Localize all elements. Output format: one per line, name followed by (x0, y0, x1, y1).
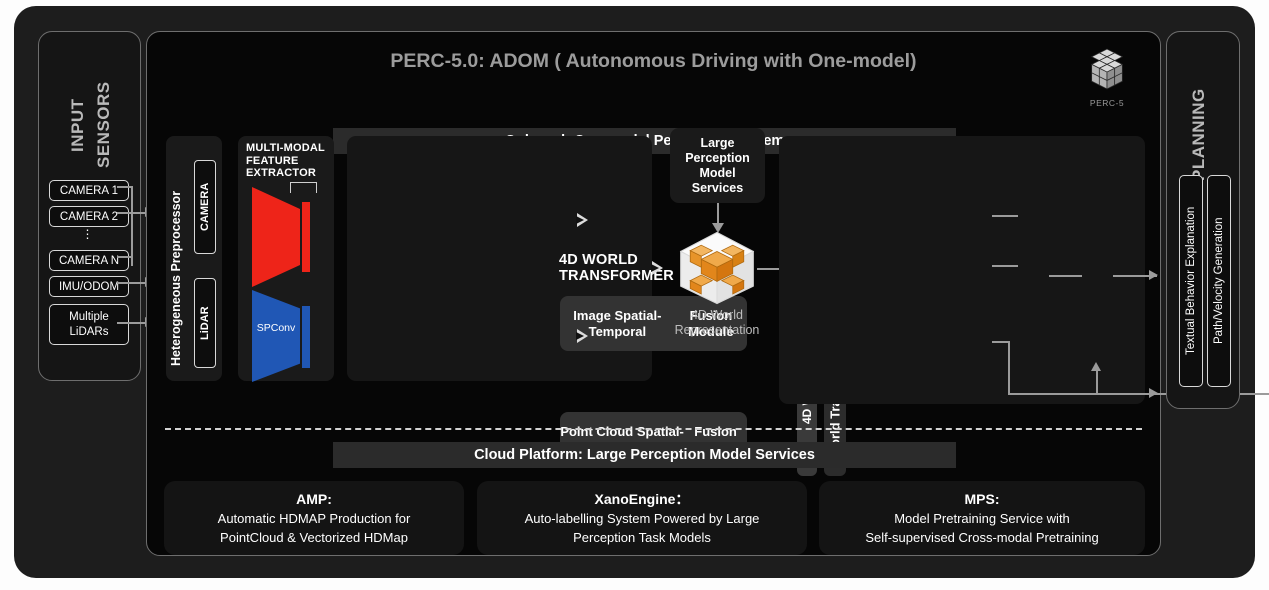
planning-item-textual-behavior-explanation[interactable]: Textual Behavior Explanation (1179, 175, 1203, 387)
lidar-feature-bar (302, 306, 310, 368)
camera-feature-bar (302, 202, 310, 272)
amp-name: AMP: (296, 490, 332, 507)
adom-main-panel: PERC-5.0: ADOM ( Autonomous Driving with… (146, 31, 1269, 556)
xano-line2: Perception Task Models (573, 529, 711, 545)
sensor-camera-1[interactable]: CAMERA 1 (49, 180, 129, 201)
lpms-line3: Model (699, 165, 736, 180)
map-out-planning-arrow (1149, 388, 1158, 398)
page-title: PERC-5.0: ADOM ( Autonomous Driving with… (390, 50, 917, 72)
preprocessor-channel-lidar[interactable]: LiDAR (194, 278, 216, 368)
lidar-backbone-shape (252, 290, 300, 382)
trajectory-out-arrow (1149, 270, 1158, 280)
sensor-camera-2[interactable]: CAMERA 2 (49, 206, 129, 227)
sensor-ellipsis: ⋮ (81, 227, 95, 241)
lpms-line4: Services (691, 180, 744, 195)
perc5-cube-icon (1090, 48, 1124, 90)
pc-to-queries-arrow (576, 329, 588, 343)
sensor-multiple-lidars[interactable]: Multiple LiDARs (49, 304, 129, 345)
camera-skip-connection (290, 182, 317, 193)
camera1-stub (117, 186, 132, 188)
lpms-line2: Perception (685, 150, 750, 165)
heterogeneous-preprocessor: Heterogeneous Preprocessor CAMERA LiDAR (166, 136, 222, 381)
onboard-cloud-divider (165, 428, 1142, 430)
feature-extractor-title: MULTI-MODAL FEATURE EXTRACTOR (246, 142, 330, 180)
input-sensors-title-line1: INPUT (68, 98, 87, 152)
world-representation-cube-icon (679, 231, 755, 305)
multi-modal-feature-extractor: MULTI-MODAL FEATURE EXTRACTOR SPConv (238, 136, 334, 382)
planning-item-path-velocity-generation[interactable]: Path/Velocity Generation (1207, 175, 1231, 387)
input-sensors-panel: INPUT SENSORS CAMERA 1 CAMERA 2 ⋮ CAMERA… (38, 31, 141, 381)
map-out-line (992, 341, 1009, 343)
xano-name: XanoEngine： (594, 490, 690, 507)
amp-line2: PointCloud & Vectorized HDMap (220, 529, 408, 545)
world-transformer-panel: 4D WORLD TRANSFORMER Image Spatial-Tempo… (347, 136, 846, 476)
planning-panel: PLANNING Textual Behavior Explanation Pa… (1166, 31, 1240, 409)
task2-to-tracking (992, 265, 1018, 267)
cloud-service-amp[interactable]: AMP: Automatic HDMAP Production for Poin… (164, 481, 464, 555)
cloud-banner: Cloud Platform: Large Perception Model S… (333, 442, 956, 468)
sensor-camera-n-label: CAMERA N (58, 254, 120, 267)
mps-line1: Model Pretraining Service with (894, 510, 1070, 526)
fe-title-line2: FEATURE (246, 154, 299, 167)
cloud-service-mps[interactable]: MPS: Model Pretraining Service with Self… (819, 481, 1145, 555)
mps-name: MPS: (964, 490, 1000, 507)
wr-line2: Representation (674, 323, 760, 337)
large-perception-model-services-box[interactable]: Large Perception Model Services (670, 128, 765, 203)
sensor-camera-2-label: CAMERA 2 (59, 210, 119, 223)
sensor-camera-1-label: CAMERA 1 (59, 184, 119, 197)
preprocessor-title: Heterogeneous Preprocessor (169, 190, 183, 366)
task1-to-tracking (992, 215, 1018, 217)
fe-title-line1: MULTI-MODAL (246, 142, 325, 154)
sensor-lidar-line2: LiDARs (69, 325, 109, 338)
tracking-to-trajectory (1049, 275, 1082, 277)
camera-bus-out (131, 212, 145, 214)
camera2-stub (117, 212, 132, 214)
input-sensors-title: INPUT SENSORS (65, 70, 117, 180)
diagram-canvas: INPUT SENSORS CAMERA 1 CAMERA 2 ⋮ CAMERA… (0, 0, 1269, 590)
perc5-logo: PERC-5 (1076, 46, 1138, 108)
sensor-camera-n[interactable]: CAMERA N (49, 250, 129, 271)
cloud-service-xanoengine[interactable]: XanoEngine： Auto-labelling System Powere… (477, 481, 807, 555)
perc5-logo-caption: PERC-5 (1089, 98, 1125, 108)
input-sensors-title-line2: SENSORS (94, 81, 113, 169)
wr-line1: 4D World (691, 308, 743, 322)
map-to-trajectory-vertical (1096, 370, 1098, 394)
lpms-down-line (717, 203, 719, 225)
world-representation-label: 4D World Representation (647, 308, 787, 338)
camera-bus-line (131, 186, 133, 266)
lpms-line1: Large (700, 135, 735, 150)
preprocessor-channel-camera[interactable]: CAMERA (194, 160, 216, 254)
decoder-to-representation-arrow (651, 261, 663, 275)
sensor-imu-odom[interactable]: IMU/ODOM (49, 276, 129, 297)
sensor-imu-odom-label: IMU/ODOM (58, 280, 120, 293)
map-bypass-vertical (1008, 341, 1010, 394)
imu-stub (117, 282, 145, 284)
cameran-stub (117, 256, 132, 258)
xano-line1: Auto-labelling System Powered by Large (524, 510, 760, 526)
image-to-queries-arrow (576, 213, 588, 227)
lpms-label: Large Perception Model Services (685, 136, 750, 196)
lidar-stub (117, 322, 145, 324)
map-to-trajectory-arrow (1091, 362, 1101, 371)
sensor-lidar-line1: Multiple (69, 310, 109, 323)
amp-line1: Automatic HDMAP Production for (217, 510, 411, 526)
camera-backbone-shape (252, 187, 300, 287)
mps-line2: Self-supervised Cross-modal Pretraining (865, 529, 1099, 545)
fe-title-line3: EXTRACTOR (246, 167, 317, 179)
spconv-label: SPConv (256, 322, 296, 334)
